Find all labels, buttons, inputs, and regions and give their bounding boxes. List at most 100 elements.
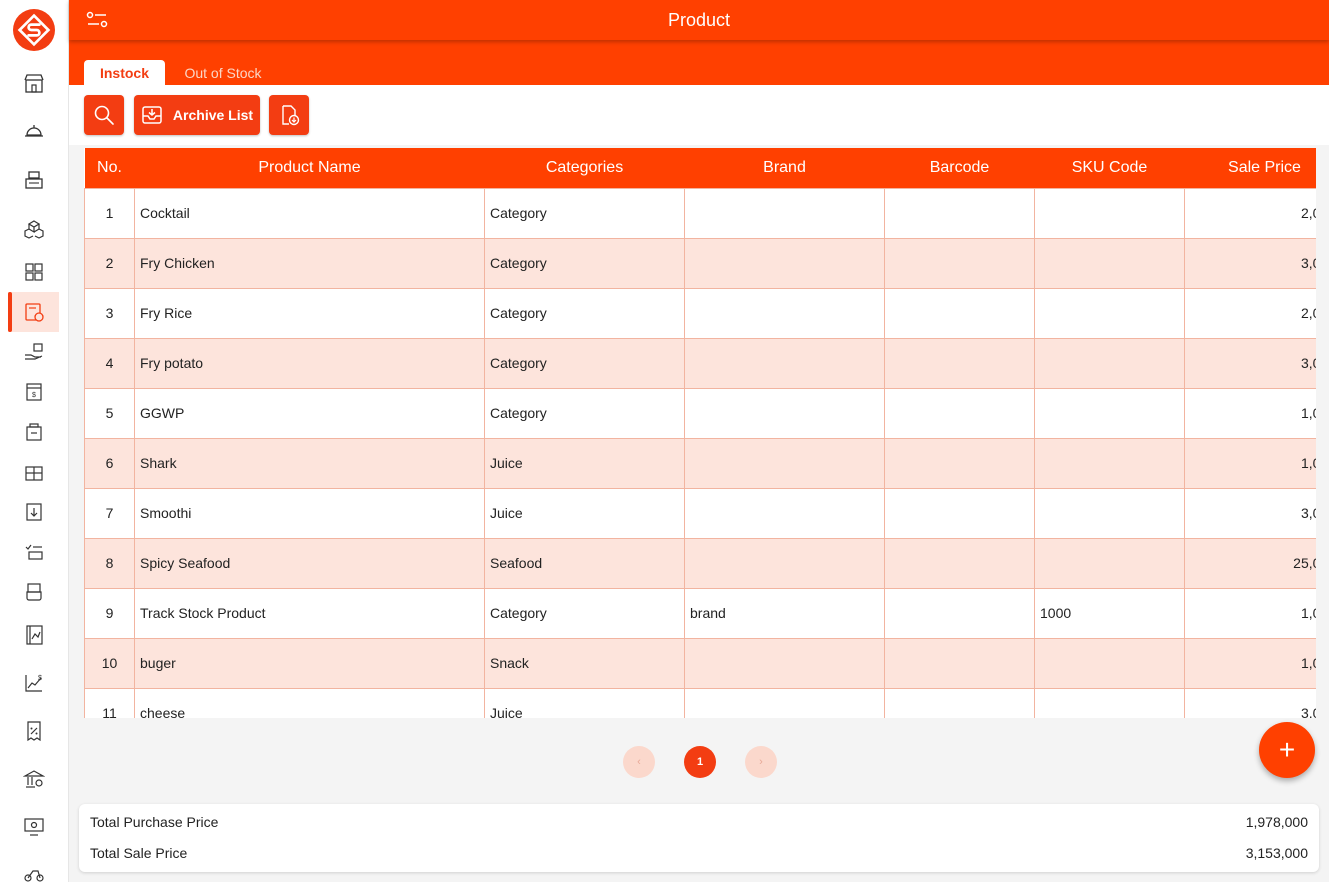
sidebar-item-food-serving[interactable] xyxy=(8,112,59,152)
table-cell: 3,000 xyxy=(1184,487,1316,539)
table-cell: 1000 xyxy=(1034,587,1185,639)
delivery-icon xyxy=(23,870,44,882)
sidebar-item-checklist[interactable] xyxy=(8,532,59,572)
bank-settings-icon xyxy=(22,770,45,788)
cash-drawer-icon xyxy=(25,583,42,601)
sidebar-item-sales-chart[interactable]: $ xyxy=(8,663,59,703)
search-button[interactable] xyxy=(84,95,124,135)
page-number-button[interactable]: 1 xyxy=(684,746,716,778)
table-cell xyxy=(884,637,1035,689)
table-cell: Juice xyxy=(484,687,685,718)
table-cell: 1,000 xyxy=(1184,437,1316,489)
table-row[interactable]: 11cheeseJuice 3,000 xyxy=(84,687,1316,718)
sidebar-item-discount-receipt[interactable] xyxy=(8,711,59,751)
table-cell xyxy=(684,637,885,689)
product-table-container[interactable]: No. Product Name Categories Brand Barcode SKU… xyxy=(84,148,1316,718)
add-product-button[interactable]: + xyxy=(1259,722,1315,778)
table-cell xyxy=(684,387,885,439)
table-row[interactable]: 3Fry RiceCategory 2,000 xyxy=(84,287,1316,339)
archive-list-button[interactable]: Archive List xyxy=(134,95,260,135)
tab-instock[interactable]: Instock xyxy=(84,60,165,85)
sidebar-item-cubes[interactable] xyxy=(8,209,59,249)
tab-out-of-stock[interactable]: Out of Stock xyxy=(173,60,273,85)
sidebar-item-hand-package[interactable] xyxy=(8,332,59,372)
table-cell: 9 xyxy=(84,587,135,639)
column-header: SKU Code xyxy=(1034,148,1185,188)
hand-package-icon xyxy=(24,343,43,360)
sidebar-item-cash-drawer[interactable] xyxy=(8,572,59,612)
table-row[interactable]: 8Spicy SeafoodSeafood 25,000 xyxy=(84,537,1316,589)
pos-register-icon xyxy=(24,171,43,189)
table-cell: 11 xyxy=(84,687,135,718)
table-cell: 5 xyxy=(84,387,135,439)
table-cell: 2 xyxy=(84,237,135,289)
sidebar-item-monitor-settings[interactable] xyxy=(8,807,59,847)
table-cell: 3 xyxy=(84,287,135,339)
sidebar: $ $ xyxy=(0,0,69,882)
table-cell: 4 xyxy=(84,337,135,389)
table-row[interactable]: 9Track Stock ProductCategorybrand 10001,0… xyxy=(84,587,1316,639)
tab-bar: Instock Out of Stock xyxy=(69,40,1329,85)
table-cell: 3,000 xyxy=(1184,237,1316,289)
sidebar-item-pos-register[interactable] xyxy=(8,160,59,200)
next-page-button[interactable]: › xyxy=(745,746,777,778)
app-logo[interactable] xyxy=(13,9,55,51)
table-cell xyxy=(684,337,885,389)
table-cell: Category xyxy=(484,187,685,239)
table-cell: 25,000 xyxy=(1184,537,1316,589)
table-row[interactable]: 1CocktailCategory 2,000 xyxy=(84,187,1316,239)
sidebar-item-store[interactable] xyxy=(8,63,59,103)
table-cell: Snack xyxy=(484,637,685,689)
total-sale-value: 3,153,000 xyxy=(1245,845,1308,861)
sidebar-item-grid[interactable] xyxy=(8,252,59,292)
totals-panel: Total Purchase Price 1,978,000 Total Sal… xyxy=(79,804,1319,872)
table-cell: 1,000 xyxy=(1184,637,1316,689)
sidebar-item-box[interactable] xyxy=(8,412,59,452)
table-row[interactable]: 2Fry ChickenCategory 3,000 xyxy=(84,237,1316,289)
sidebar-item-delivery[interactable] xyxy=(8,852,59,882)
total-purchase-row: Total Purchase Price 1,978,000 xyxy=(90,814,1308,834)
sidebar-item-warehouse[interactable] xyxy=(8,452,59,492)
sidebar-item-report-book[interactable] xyxy=(8,615,59,655)
total-sale-row: Total Sale Price 3,153,000 xyxy=(90,845,1308,865)
table-cell: brand xyxy=(684,587,885,639)
file-export-icon xyxy=(282,105,300,126)
table-row[interactable]: 5GGWPCategory 1,000 xyxy=(84,387,1316,439)
table-row[interactable]: 7SmoothiJuice 3,000 xyxy=(84,487,1316,539)
table-cell: Category xyxy=(484,237,685,289)
table-cell: Category xyxy=(484,287,685,339)
table-cell xyxy=(1034,537,1185,589)
product-table: No. Product Name Categories Brand Barcode SKU… xyxy=(84,148,1316,718)
column-header: Barcode xyxy=(884,148,1035,188)
table-row[interactable]: 6SharkJuice 1,000 xyxy=(84,437,1316,489)
checklist-icon xyxy=(25,544,43,560)
table-row[interactable]: 4Fry potatoCategory 3,000 xyxy=(84,337,1316,389)
sidebar-item-product[interactable] xyxy=(8,292,59,332)
sidebar-item-bank-settings[interactable] xyxy=(8,759,59,799)
warehouse-icon xyxy=(24,466,43,481)
export-button[interactable] xyxy=(269,95,309,135)
logo-icon xyxy=(17,13,51,47)
product-icon xyxy=(24,303,44,322)
svg-text:$: $ xyxy=(38,675,42,682)
table-cell xyxy=(1034,487,1185,539)
sidebar-item-price-tag[interactable]: $ xyxy=(8,372,59,412)
table-row[interactable]: 10bugerSnack 1,000 xyxy=(84,637,1316,689)
table-cell: Track Stock Product xyxy=(134,587,485,639)
sidebar-item-stock-in[interactable] xyxy=(8,492,59,532)
table-cell: Juice xyxy=(484,437,685,489)
table-cell xyxy=(1034,287,1185,339)
food-serving-icon xyxy=(24,125,43,137)
table-cell xyxy=(1034,437,1185,489)
table-cell xyxy=(884,537,1035,589)
table-cell xyxy=(884,237,1035,289)
table-cell xyxy=(684,237,885,289)
table-cell: Fry Rice xyxy=(134,287,485,339)
app-header: Product xyxy=(69,0,1329,40)
table-cell xyxy=(884,187,1035,239)
table-cell: Category xyxy=(484,587,685,639)
prev-page-button[interactable]: ‹ xyxy=(623,746,655,778)
cubes-icon xyxy=(23,220,44,239)
column-header: No. xyxy=(84,148,135,188)
table-cell xyxy=(684,287,885,339)
